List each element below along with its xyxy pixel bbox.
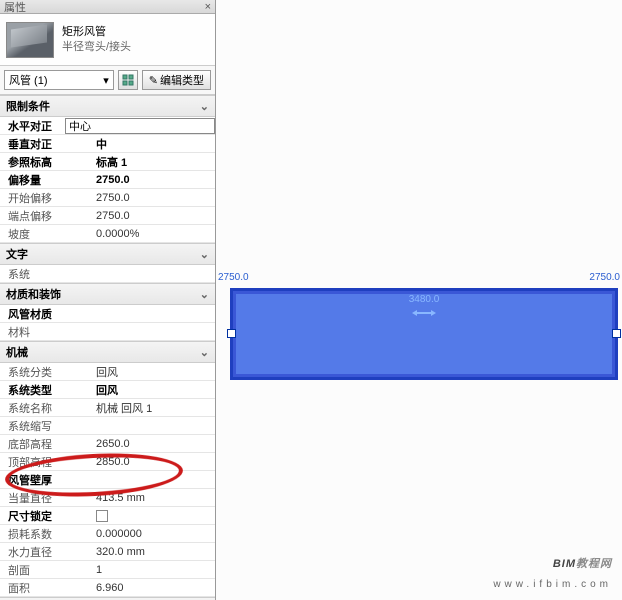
row-sys-class[interactable]: 系统分类回风 — [0, 363, 215, 381]
size-lock-checkbox[interactable] — [96, 510, 108, 522]
panel-header: 属性 × — [0, 0, 215, 14]
filter-button[interactable] — [118, 70, 138, 90]
watermark-url: www.ifbim.com — [493, 579, 612, 590]
chevron-down-icon: ▾ — [103, 74, 109, 87]
row-sys-name[interactable]: 系统名称机械 回风 1 — [0, 399, 215, 417]
edit-type-label: 编辑类型 — [160, 72, 204, 88]
h-just-input[interactable] — [65, 118, 215, 134]
section-material[interactable]: 材质和装饰⌄ — [0, 283, 215, 305]
row-offset[interactable]: 偏移量2750.0 — [0, 171, 215, 189]
watermark-logo: BIM教程网 — [553, 542, 612, 574]
type-selector[interactable]: 风管 (1) ▾ — [4, 70, 114, 90]
row-size-lock[interactable]: 尺寸锁定 — [0, 507, 215, 525]
section-text[interactable]: 文字⌄ — [0, 243, 215, 265]
dim-left[interactable]: 2750.0 — [218, 272, 249, 283]
drawing-canvas[interactable]: 2750.0 2750.0 3480.0 BIM教程网 www.ifbim.co… — [216, 0, 622, 600]
section-mechanical[interactable]: 机械⌄ — [0, 341, 215, 363]
row-area[interactable]: 面积6.960 — [0, 579, 215, 597]
dim-width[interactable]: 3480.0 — [409, 294, 440, 305]
type-selector-value: 风管 (1) — [9, 72, 48, 88]
row-bottom-elev[interactable]: 底部高程2650.0 — [0, 435, 215, 453]
row-section[interactable]: 剖面1 — [0, 561, 215, 579]
panel-title: 属性 — [4, 0, 26, 15]
duct-element[interactable]: 3480.0 — [230, 288, 618, 380]
row-v-just[interactable]: 垂直对正中 — [0, 135, 215, 153]
row-ref-level[interactable]: 参照标高标高 1 — [0, 153, 215, 171]
dim-right[interactable]: 2750.0 — [589, 272, 620, 283]
row-material[interactable]: 材料 — [0, 323, 215, 341]
row-end-offset[interactable]: 端点偏移2750.0 — [0, 207, 215, 225]
element-subtype: 半径弯头/接头 — [62, 40, 131, 54]
edit-type-button[interactable]: ✎ 编辑类型 — [142, 70, 211, 90]
expand-icon: ⌄ — [200, 248, 209, 261]
filter-icon — [122, 74, 134, 86]
row-sys-abbr[interactable]: 系统缩写 — [0, 417, 215, 435]
row-top-elev[interactable]: 顶部高程2850.0 — [0, 453, 215, 471]
section-constraints[interactable]: 限制条件⌄ — [0, 95, 215, 117]
row-duct-mat[interactable]: 风管材质 — [0, 305, 215, 323]
element-title: 矩形风管 半径弯头/接头 — [62, 25, 131, 54]
type-selector-row: 风管 (1) ▾ ✎ 编辑类型 — [0, 66, 215, 95]
row-duct-wall[interactable]: 风管壁厚 — [0, 471, 215, 489]
row-start-offset[interactable]: 开始偏移2750.0 — [0, 189, 215, 207]
element-thumbnail — [6, 22, 54, 58]
row-loss-coef[interactable]: 损耗系数0.000000 — [0, 525, 215, 543]
close-icon[interactable]: × — [205, 1, 211, 13]
element-summary: 矩形风管 半径弯头/接头 — [0, 14, 215, 66]
dim-arrow-icon[interactable] — [412, 310, 436, 316]
element-type: 矩形风管 — [62, 25, 131, 39]
expand-icon: ⌄ — [200, 346, 209, 359]
row-sys-type[interactable]: 系统类型回风 — [0, 381, 215, 399]
row-hyd-dia[interactable]: 水力直径320.0 mm — [0, 543, 215, 561]
row-h-just[interactable]: 水平对正 — [0, 117, 215, 135]
grip-left[interactable] — [227, 329, 236, 338]
edit-type-icon: ✎ — [149, 74, 158, 87]
expand-icon: ⌄ — [200, 288, 209, 301]
row-system[interactable]: 系统 — [0, 265, 215, 283]
properties-scroll[interactable]: 限制条件⌄ 水平对正 垂直对正中 参照标高标高 1 偏移量2750.0 开始偏移… — [0, 95, 215, 600]
row-equiv-dia[interactable]: 当量直径413.5 mm — [0, 489, 215, 507]
expand-icon: ⌄ — [200, 100, 209, 113]
grip-right[interactable] — [612, 329, 621, 338]
properties-panel: 属性 × 矩形风管 半径弯头/接头 风管 (1) ▾ ✎ 编辑类型 限制条件⌄ … — [0, 0, 216, 600]
row-slope[interactable]: 坡度0.0000% — [0, 225, 215, 243]
